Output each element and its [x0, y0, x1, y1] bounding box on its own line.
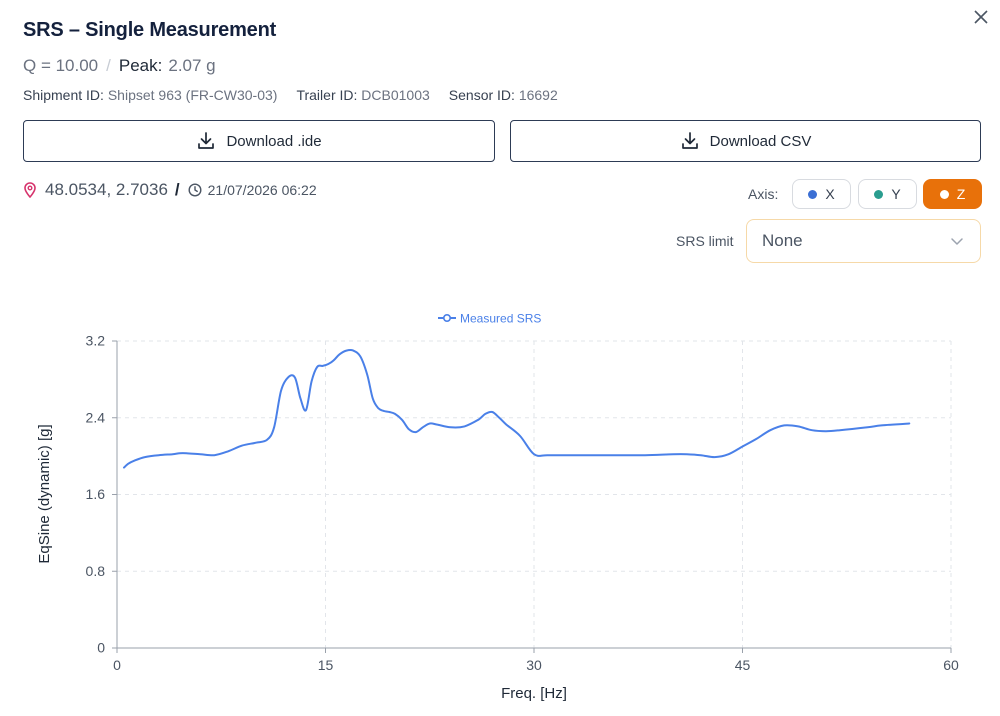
measurement-summary: Q = 10.00 / Peak: 2.07 g [23, 56, 216, 76]
srs-limit-select[interactable]: None [746, 219, 981, 263]
timestamp: 21/07/2026 06:22 [207, 182, 317, 198]
x-tick-label: 0 [113, 657, 121, 673]
id-row: Shipment ID: Shipset 963 (FR-CW30-03) Tr… [23, 87, 577, 103]
chevron-down-icon [951, 238, 963, 245]
download-csv-button[interactable]: Download CSV [510, 120, 981, 162]
srs-dialog: SRS – Single Measurement Q = 10.00 / Pea… [0, 0, 1000, 716]
close-button[interactable] [968, 4, 994, 30]
axis-y-label: Y [891, 186, 901, 202]
y-tick-label: 0.8 [86, 563, 106, 579]
location-separator: / [174, 180, 180, 199]
x-tick-label: 60 [943, 657, 959, 673]
axis-label: Axis: [748, 186, 779, 202]
x-tick-label: 30 [526, 657, 542, 673]
axis-y-button[interactable]: Y [858, 179, 917, 209]
close-icon [974, 10, 988, 24]
srs-limit-value: None [762, 231, 803, 250]
y-tick-label: 3.2 [86, 333, 106, 349]
q-value: Q = 10.00 [23, 56, 99, 75]
srs-limit-label: SRS limit [676, 233, 734, 249]
download-ide-button[interactable]: Download .ide [23, 120, 495, 162]
peak-label: Peak: [118, 56, 163, 75]
trailer-id-value: DCB01003 [361, 87, 430, 103]
axis-z-label: Z [956, 186, 966, 202]
chart-legend[interactable]: Measured SRS [438, 312, 541, 326]
axis-x-label: X [825, 186, 835, 202]
shipment-id-label: Shipment ID: [23, 87, 104, 103]
axis-x-button[interactable]: X [792, 179, 851, 209]
axis-y-dot [874, 189, 884, 199]
y-tick-label: 0 [97, 640, 105, 656]
summary-separator: / [106, 56, 111, 75]
axis-z-dot [939, 189, 949, 199]
location-row: 48.0534, 2.7036 / 21/07/2026 06:22 [23, 180, 317, 200]
trailer-id-label: Trailer ID: [296, 87, 358, 103]
y-tick-label: 1.6 [86, 486, 106, 502]
legend-label: Measured SRS [460, 312, 541, 326]
shipment-id-value: Shipset 963 (FR-CW30-03) [107, 87, 278, 103]
axis-x-dot [808, 189, 818, 199]
coordinates: 48.0534, 2.7036 [45, 180, 168, 199]
x-tick-label: 15 [318, 657, 334, 673]
srs-chart: 0 0.8 1.6 2.4 3.2 0 15 30 45 60 Measured SRS Freq… [36, 312, 959, 703]
x-axis-title: Freq. [Hz] [501, 685, 567, 702]
dialog-title: SRS – Single Measurement [23, 19, 277, 41]
peak-value: 2.07 g [168, 56, 216, 75]
map-pin-icon [24, 182, 36, 198]
x-tick-label: 45 [735, 657, 751, 673]
legend-marker [442, 313, 451, 322]
chart-grid [117, 340, 952, 648]
series-measured-srs [123, 349, 911, 469]
download-csv-label: Download CSV [709, 132, 812, 150]
clock-icon [188, 183, 202, 197]
sensor-id-label: Sensor ID: [448, 87, 515, 103]
download-ide-label: Download .ide [226, 132, 322, 150]
download-icon [198, 132, 215, 149]
y-axis-title: EqSine (dynamic) [g] [36, 424, 53, 563]
sensor-id: Sensor ID: 16692 [449, 87, 558, 103]
trailer-id: Trailer ID: DCB01003 [296, 87, 429, 103]
shipment-id: Shipment ID: Shipset 963 (FR-CW30-03) [23, 87, 277, 103]
chart-ticks: 0 0.8 1.6 2.4 3.2 0 15 30 45 60 [86, 333, 959, 674]
sensor-id-value: 16692 [518, 87, 558, 103]
download-icon [681, 132, 698, 149]
y-tick-label: 2.4 [86, 409, 106, 425]
axis-z-button[interactable]: Z [923, 179, 982, 209]
